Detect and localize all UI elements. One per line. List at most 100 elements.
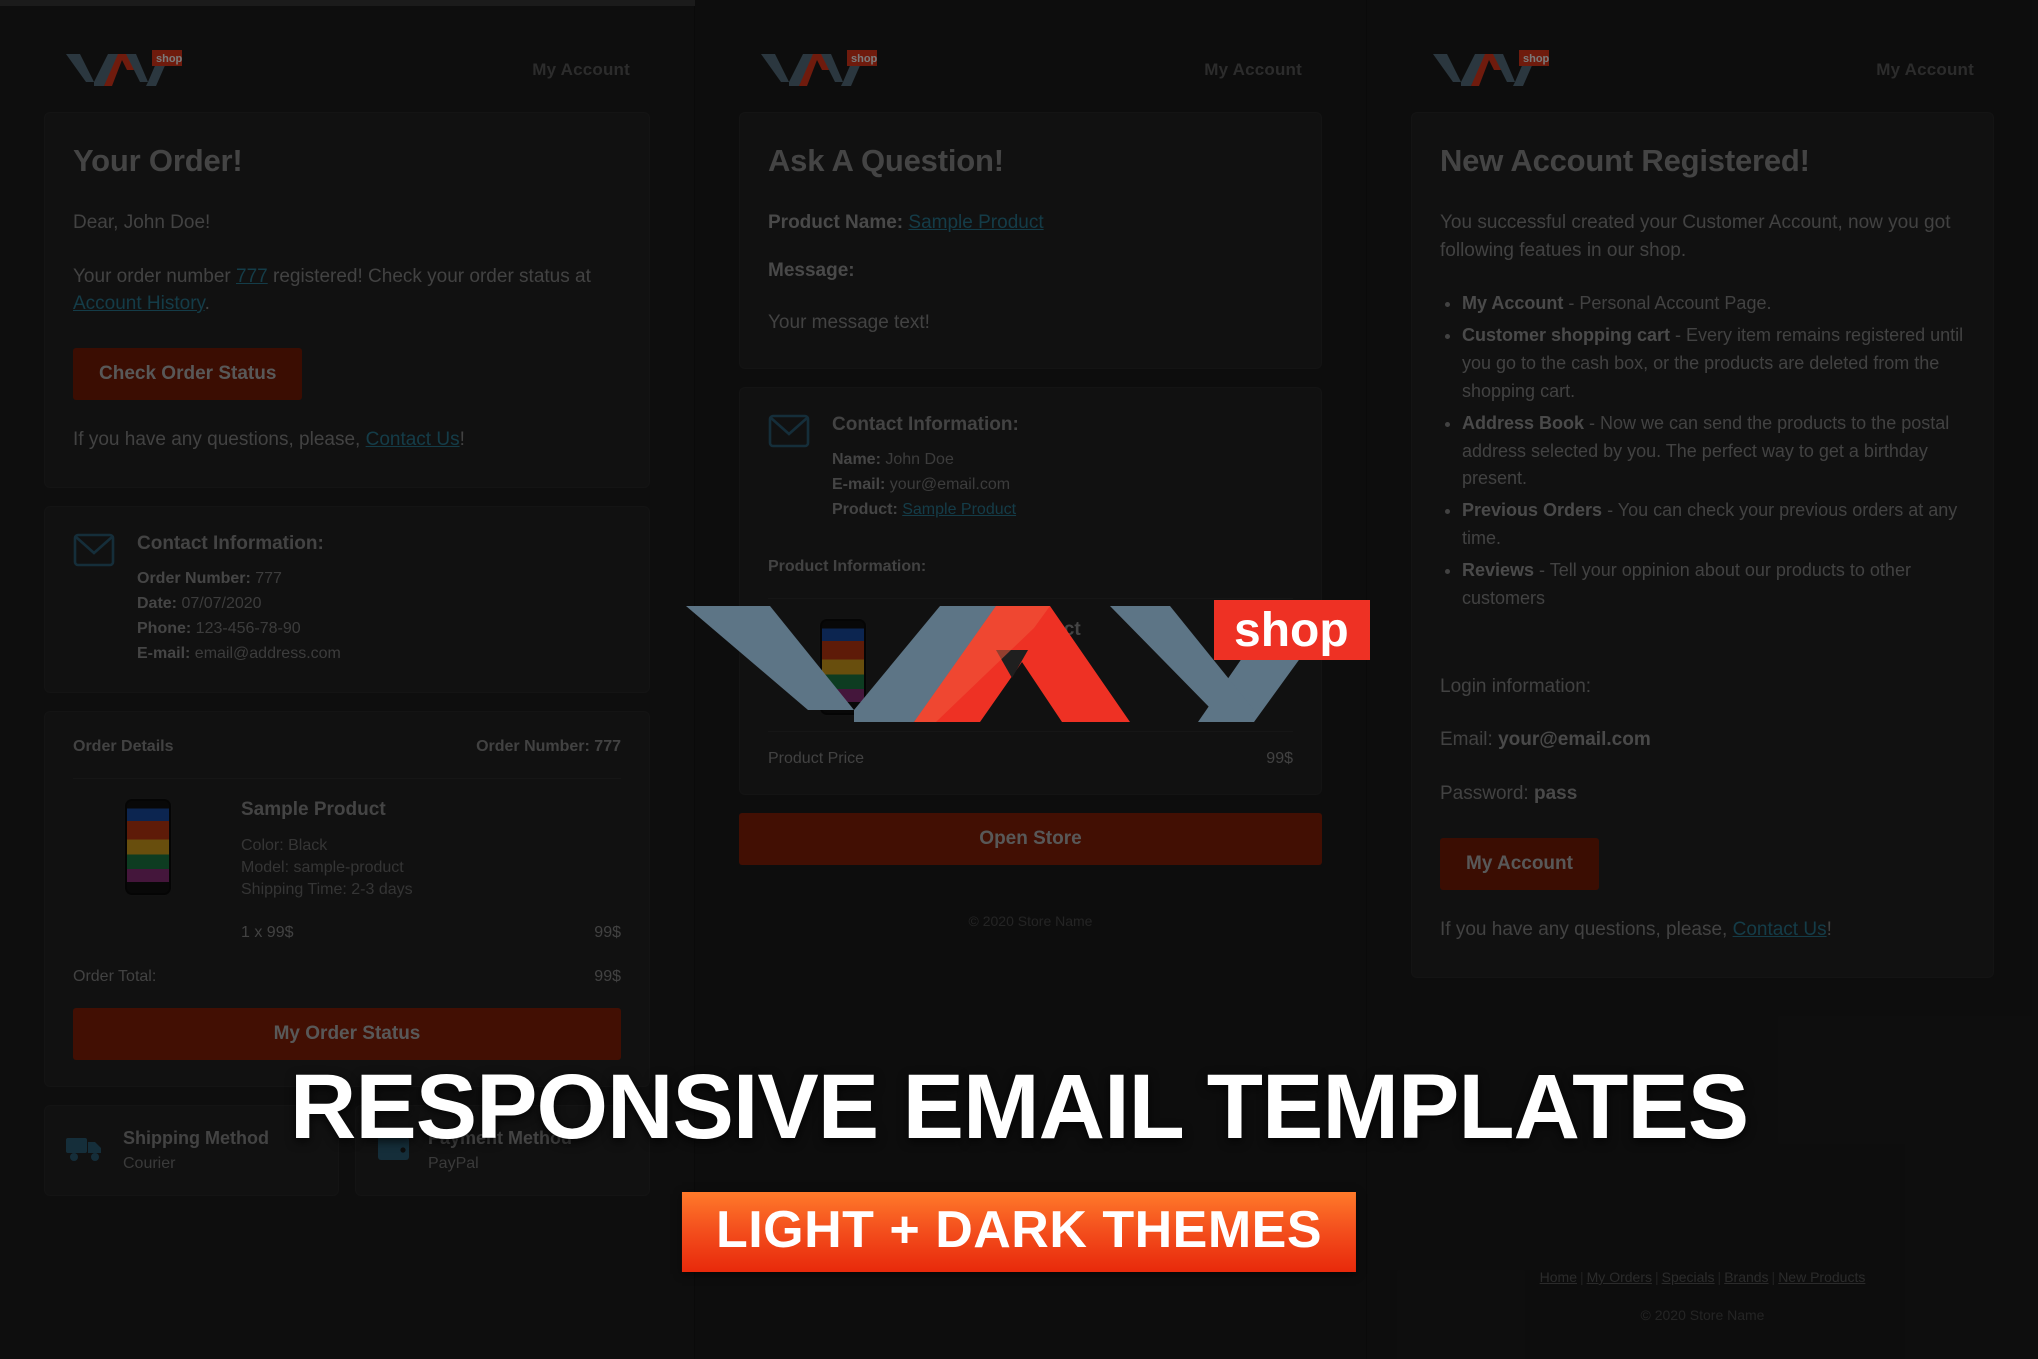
email3-title: New Account Registered! [1440,143,1810,178]
check-order-status-button[interactable]: Check Order Status [73,347,303,400]
email3-questions-line: If you have any questions, please, Conta… [1440,916,1965,944]
footer-link-new-products[interactable]: New Products [1778,1269,1865,1285]
email2-product-name-row: Product Name: Sample Product [768,209,1293,237]
feature-name: Address Book [1462,412,1585,433]
product-name-link[interactable]: Sample Product [908,212,1043,233]
email2-message-text: Your message text! [768,312,930,334]
order-total-row: Order Total: 99$ [73,968,621,986]
email-label: E-mail: [137,644,191,662]
scrollbar-track[interactable] [0,0,695,6]
login-password-row: Password: pass [1440,780,1965,808]
password-label: Password: [1440,782,1534,804]
divider [73,778,621,780]
email1-order-line: Your order number 777 registered! Check … [73,263,621,318]
footer-link-home[interactable]: Home [1540,1269,1577,1285]
password-value: pass [1533,782,1578,804]
email1-contact-card: Contact Information: Order Number: 777 D… [44,506,650,694]
phone-image [125,799,171,896]
header-my-account-link[interactable]: My Account [1876,60,1974,80]
order-line-end: . [204,293,210,315]
order-line-pre: Your order number [73,265,237,287]
order-qty-row: 1 x 99$ 99$ [73,924,621,942]
product-name: Sample Product [241,799,386,821]
email2-title: Ask A Question! [768,143,1004,178]
logo[interactable]: shop [759,48,877,92]
open-store-button[interactable]: Open Store [739,813,1322,866]
contact-phone: Phone: 123-456-78-90 [137,617,341,642]
order-number-label: Order Number: [137,570,251,588]
logo[interactable]: shop [64,48,182,92]
list-item: Reviews - Tell your oppinion about our p… [1462,557,1965,613]
product-model: Model: sample-product [241,858,404,876]
footer-links: Home | My Orders | Specials | Brands | New Produ… [1367,1269,2038,1285]
list-item: My Account - Personal Account Page. [1462,290,1965,318]
order-details-heading: Order Details [73,738,174,756]
phone-value: 123-456-78-90 [195,619,301,637]
email2-contact-card: Contact Information: Name: John Doe E-ma… [739,387,1322,796]
order-number-link[interactable]: 777 [236,266,268,287]
contact-order-number: Order Number: 777 [137,567,341,592]
copyright: © 2020 Store Name [1640,1307,1765,1323]
separator: | [1771,1269,1776,1285]
product-label: Product: [832,500,898,518]
line-total: 99$ [594,924,621,942]
order-total-value: 99$ [594,968,621,986]
name-label: Name: [832,451,881,469]
header-my-account-link[interactable]: My Account [1204,60,1302,80]
login-email-row: Email: your@email.com [1440,726,1965,754]
email2-message-label: Message: [768,257,1293,285]
questions-pre: If you have any questions, please, [1440,918,1733,940]
my-account-button[interactable]: My Account [1440,837,1599,890]
questions-pre: If you have any questions, please, [73,428,366,450]
envelope-icon [768,414,810,453]
phone-label: Phone: [137,619,192,637]
svg-text:shop: shop [1234,604,1349,657]
product-info-heading: Product Information: [768,558,927,576]
email-label: E-mail: [832,475,886,493]
order-product-row: Sample Product Color: Black Model: sampl… [73,789,621,906]
promo-subbanner: LIGHT + DARK THEMES [681,1192,1357,1272]
email2-intro-card: Ask A Question! Product Name: Sample Pro… [739,112,1322,370]
email-value: email@address.com [194,644,341,662]
contact-title: Contact Information: [832,414,1019,436]
date-label: Date: [137,594,178,612]
envelope-icon [73,533,115,572]
my-order-status-button[interactable]: My Order Status [73,1008,621,1061]
separator: | [1654,1269,1659,1285]
email-label: Email: [1440,729,1499,751]
email3-header: shop My Account [1389,0,2016,112]
logo[interactable]: shop [1431,48,1549,92]
questions-end: ! [459,428,465,450]
email1-header: shop My Account [22,0,672,112]
product-thumbnail [73,799,223,896]
email1-questions-line: If you have any questions, please, Conta… [73,426,621,454]
qty-line: 1 x 99$ [241,924,294,942]
product-shipping-time: Shipping Time: 2-3 days [241,880,413,898]
name-value: John Doe [885,451,954,469]
email2-price-row: Product Price 99$ [768,731,1293,768]
header-my-account-link[interactable]: My Account [532,60,630,80]
contact-us-link[interactable]: Contact Us [366,429,460,450]
contact-date: Date: 07/07/2020 [137,592,341,617]
order-number-value: 777 [255,570,282,588]
footer-link-brands[interactable]: Brands [1724,1269,1768,1285]
contact-email: E-mail: email@address.com [137,642,341,667]
account-history-link[interactable]: Account History [73,293,205,314]
separator: | [1580,1269,1584,1285]
contact-product: Product: Sample Product [832,498,1019,523]
order-total-label: Order Total: [73,968,157,986]
email2-footer: © 2020 Store Name [717,865,1344,937]
feature-name: My Account [1462,293,1564,314]
email1-intro-card: Your Order! Dear, John Doe! Your order n… [44,112,650,489]
footer-link-my-orders[interactable]: My Orders [1587,1269,1652,1285]
contact-us-link[interactable]: Contact Us [1733,919,1827,940]
contact-email: E-mail: your@email.com [832,473,1019,498]
email1-title: Your Order! [73,143,243,178]
separator: | [1717,1269,1722,1285]
list-item: Previous Orders - You can check your pre… [1462,497,1965,553]
brand-logo-watermark: shop [678,598,1370,728]
footer-link-specials[interactable]: Specials [1662,1269,1715,1285]
promo-headline: RESPONSIVE EMAIL TEMPLATES [289,1056,1749,1158]
product-value-link[interactable]: Sample Product [902,501,1016,518]
copyright: © 2020 Store Name [968,913,1093,930]
